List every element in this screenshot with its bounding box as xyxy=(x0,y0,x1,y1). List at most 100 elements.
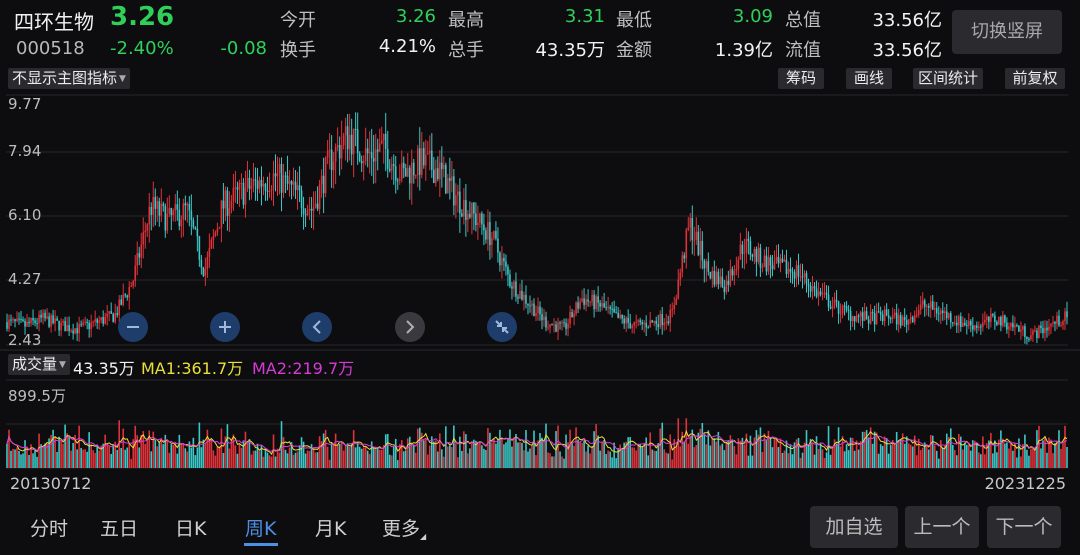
volume-bar xyxy=(517,442,519,468)
candle-body xyxy=(354,128,357,130)
candle-body xyxy=(769,257,772,266)
collapse-icon xyxy=(495,320,509,334)
candle-body xyxy=(911,317,914,323)
volume-bar xyxy=(362,447,365,468)
volume-bar xyxy=(917,438,920,468)
volume-bar xyxy=(58,436,60,468)
volume-bar xyxy=(372,446,375,468)
kline-chart[interactable] xyxy=(0,0,1080,555)
pan-right-button[interactable] xyxy=(395,312,425,342)
candle-body xyxy=(178,209,181,227)
volume-bar xyxy=(104,434,106,468)
candle-body xyxy=(493,231,495,239)
candle-body xyxy=(342,135,345,146)
candle-body xyxy=(651,320,654,323)
volume-bar xyxy=(408,436,411,468)
candle-body xyxy=(503,257,505,262)
candle-body xyxy=(621,314,623,319)
volume-bar xyxy=(689,435,692,468)
volume-bar xyxy=(1028,455,1030,468)
tab-weekly-k[interactable]: 周K xyxy=(245,514,276,541)
volume-bar xyxy=(863,431,866,468)
volume-bar xyxy=(368,453,371,468)
candle-body xyxy=(54,318,56,324)
candle-body xyxy=(543,316,545,321)
volume-bar xyxy=(709,445,712,468)
candle-body xyxy=(473,202,475,214)
volume-bar xyxy=(366,450,369,468)
volume-bar xyxy=(807,444,810,468)
volume-bar xyxy=(723,450,726,468)
volume-bar xyxy=(513,437,515,468)
candle-body xyxy=(24,320,26,327)
candle-body xyxy=(1054,322,1056,324)
candle-body xyxy=(306,210,309,215)
volume-bar xyxy=(122,428,125,468)
volume-bar xyxy=(663,449,666,468)
candle-body xyxy=(146,224,149,231)
volume-bar xyxy=(639,444,641,468)
candle-body xyxy=(459,191,461,214)
candle-body xyxy=(128,287,131,298)
previous-button[interactable]: 上一个 xyxy=(905,506,979,548)
volume-bar xyxy=(831,447,834,468)
candle-body xyxy=(937,313,940,315)
volume-bar xyxy=(549,453,551,468)
volume-bar xyxy=(160,437,163,468)
candle-body xyxy=(102,317,104,324)
tab-five-day[interactable]: 五日 xyxy=(100,514,138,541)
candle-body xyxy=(182,203,185,220)
candle-body xyxy=(402,162,405,169)
candle-body xyxy=(783,259,786,262)
volume-bar xyxy=(713,438,716,468)
volume-bar xyxy=(821,449,824,468)
volume-bar xyxy=(214,455,217,468)
tab-intraday[interactable]: 分时 xyxy=(30,514,68,541)
candle-body xyxy=(779,258,782,264)
candle-body xyxy=(148,206,151,225)
candle-body xyxy=(204,269,207,276)
candle-body xyxy=(863,311,866,321)
volume-indicator-select[interactable]: 成交量 ▼ xyxy=(8,354,70,375)
collapse-button[interactable] xyxy=(487,312,517,342)
volume-bar xyxy=(410,442,413,468)
candle-body xyxy=(964,322,966,325)
volume-bar xyxy=(457,457,459,468)
candle-body xyxy=(613,308,615,313)
candle-body xyxy=(579,301,581,309)
candle-body xyxy=(495,231,497,239)
candle-body xyxy=(929,301,932,308)
candle-body xyxy=(637,320,639,322)
candle-body xyxy=(314,203,317,208)
tab-more[interactable]: 更多◢ xyxy=(382,514,426,541)
volume-bar xyxy=(569,429,571,468)
tab-daily-k[interactable]: 日K xyxy=(175,514,206,541)
candle-body xyxy=(665,321,668,323)
candle-body xyxy=(1046,327,1048,331)
candle-body xyxy=(581,298,583,302)
candle-body xyxy=(889,318,892,320)
candle-body xyxy=(340,145,343,159)
volume-bar xyxy=(839,446,842,468)
tab-monthly-k[interactable]: 月K xyxy=(315,514,346,541)
add-watchlist-button[interactable]: 加自选 xyxy=(810,506,898,548)
candle-body xyxy=(6,322,8,329)
candle-body xyxy=(174,204,177,211)
candle-body xyxy=(64,321,66,332)
candle-body xyxy=(449,178,451,181)
zoom-in-button[interactable] xyxy=(210,312,240,342)
volume-bar xyxy=(206,429,209,468)
volume-bar xyxy=(825,452,828,468)
candle-body xyxy=(170,208,173,216)
volume-bar xyxy=(703,434,706,468)
volume-bar xyxy=(286,453,289,468)
volume-bar xyxy=(525,430,527,468)
candle-body xyxy=(615,312,617,314)
volume-bar xyxy=(581,442,583,468)
pan-left-button[interactable] xyxy=(302,312,332,342)
candle-body xyxy=(477,223,479,226)
next-button[interactable]: 下一个 xyxy=(987,506,1061,548)
zoom-out-button[interactable] xyxy=(118,312,148,342)
candle-body xyxy=(703,260,706,269)
candle-body xyxy=(887,315,890,319)
